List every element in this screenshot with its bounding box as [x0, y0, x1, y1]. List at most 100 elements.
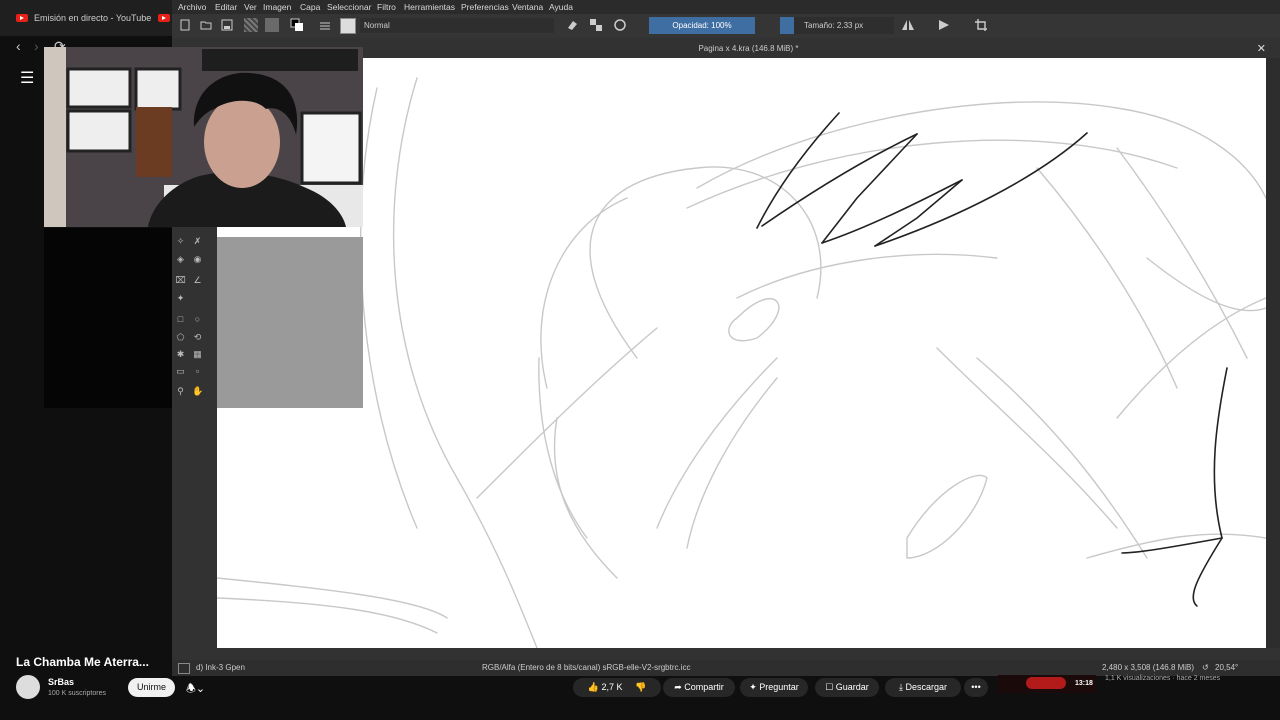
webcam-overlay [44, 47, 363, 227]
ask-button[interactable]: ✦ Preguntar [740, 678, 808, 697]
color-swap-icon[interactable] [290, 18, 304, 32]
youtube-logo-icon [158, 14, 170, 22]
sketch-drawing [217, 77, 1266, 648]
assistant-tool-icon[interactable]: ⌧ [175, 275, 186, 286]
multibrush-tool-icon[interactable]: ✧ [175, 236, 186, 247]
thumbs-up-icon[interactable]: 👍 [588, 682, 599, 692]
like-dislike-button[interactable]: 👍 2,7 K 👎 [573, 678, 661, 697]
back-arrow-icon[interactable]: ‹ [16, 38, 21, 54]
measure-tool-icon[interactable]: ∠ [192, 275, 203, 286]
related-video-duration: 13:18 [1075, 680, 1093, 687]
magnetic-select-icon[interactable]: ▫ [192, 366, 203, 377]
zoom-tool-icon[interactable]: ⚲ [175, 386, 186, 397]
download-icon: ⤓ [898, 682, 903, 692]
status-rotation[interactable]: 20,54° [1215, 663, 1238, 672]
mirror-horizontal-icon[interactable] [901, 18, 915, 32]
drawing-canvas[interactable] [217, 58, 1266, 648]
flow-indicator[interactable] [780, 17, 794, 34]
youtube-logo-icon [16, 14, 28, 22]
menu-seleccionar[interactable]: Seleccionar [327, 2, 371, 12]
gradient-swatch-icon[interactable] [244, 18, 258, 32]
share-button[interactable]: ➦ Compartir [663, 678, 735, 697]
krita-statusbar: d) Ink-3 Gpen RGB/Alfa (Entero de 8 bits… [172, 660, 1280, 676]
pattern-swatch-icon[interactable] [265, 18, 279, 32]
more-actions-button[interactable]: ••• [964, 678, 988, 697]
docker-panel [217, 237, 363, 408]
save-icon[interactable] [220, 18, 234, 32]
reload-preset-icon[interactable] [613, 18, 627, 32]
menu-archivo[interactable]: Archivo [178, 2, 206, 12]
color-picker-icon[interactable]: ◉ [192, 254, 203, 265]
download-button[interactable]: ⤓ Descargar [885, 678, 961, 697]
blend-mode-select[interactable]: Normal [360, 18, 554, 33]
share-icon: ➦ [674, 682, 682, 692]
krita-toolbar: Normal Opacidad: 100% Tamaño: 2.33 px [172, 14, 1280, 38]
lasso-select-icon[interactable]: ⟲ [192, 332, 203, 343]
document-title: Pagina x 4.kra (146.8 MiB) * [698, 44, 799, 53]
share-label: Compartir [684, 682, 724, 692]
magic-wand-icon[interactable]: ✱ [175, 349, 186, 360]
rect-select-icon[interactable]: □ [175, 314, 186, 325]
menu-imagen[interactable]: Imagen [263, 2, 291, 12]
subscriber-count: 100 K suscriptores [48, 690, 106, 697]
ask-label: Preguntar [759, 682, 799, 692]
sparkle-icon: ✦ [749, 682, 757, 692]
bookmark-icon: ☐ [825, 682, 834, 692]
canvas-vertical-scrollbar[interactable] [1266, 58, 1280, 648]
status-rotation-icon[interactable]: ↺ [1202, 663, 1209, 672]
transform-tool-icon[interactable]: ✗ [192, 236, 203, 247]
bezier-select-icon[interactable]: ▭ [175, 366, 186, 377]
close-document-icon[interactable]: ✕ [1257, 42, 1266, 55]
related-video-views: 1,1 K visualizaciones · hace 2 meses [1105, 675, 1221, 682]
pin-tool-icon[interactable]: ✦ [175, 293, 186, 304]
brush-settings-icon[interactable] [318, 18, 332, 32]
krita-toolbox: ✧ ✗ ◈ ◉ ⌧ ∠ ✦ □ ○ ⬠ ⟲ ✱ ▦ ▭ ▫ ⚲ ✋ [172, 228, 217, 648]
video-title: La Chamba Me Aterra... [16, 655, 149, 669]
channel-avatar[interactable] [16, 675, 40, 699]
menu-preferencias[interactable]: Preferencias [461, 2, 509, 12]
channel-name[interactable]: SrBas [48, 677, 74, 687]
open-folder-icon[interactable] [199, 18, 213, 32]
like-count: 2,7 K [601, 682, 623, 692]
opacity-slider[interactable]: Opacidad: 100% [649, 17, 755, 34]
menu-editar[interactable]: Editar [215, 2, 237, 12]
document-tab-bar: Pagina x 4.kra (146.8 MiB) * ✕ [217, 40, 1280, 58]
menu-ver[interactable]: Ver [244, 2, 257, 12]
status-color-profile: RGB/Alfa (Entero de 8 bits/canal) sRGB-e… [482, 663, 691, 672]
brush-preset-icon[interactable] [340, 18, 356, 34]
join-button[interactable]: Unirme [128, 678, 175, 697]
menu-ayuda[interactable]: Ayuda [549, 2, 573, 12]
browser-tab[interactable]: Emisión en directo - YouTube [16, 8, 151, 28]
save-button[interactable]: ☐ Guardar [815, 678, 879, 697]
menu-capa[interactable]: Capa [300, 2, 320, 12]
status-image-size: 2,480 x 3,508 (146.8 MiB) [1102, 663, 1195, 672]
mirror-vertical-icon[interactable] [937, 18, 951, 32]
brush-size-slider[interactable]: Tamaño: 2.33 px [794, 17, 894, 34]
related-video-art [1026, 677, 1066, 689]
browser-tab-bar: Emisión en directo - YouTube [0, 0, 172, 36]
save-label: Guardar [835, 682, 869, 692]
browser-tab-2[interactable] [158, 8, 170, 28]
webcam-image [44, 47, 363, 227]
status-brush-name: d) Ink-3 Gpen [196, 663, 245, 672]
thumbs-down-icon[interactable]: 👎 [635, 682, 646, 692]
fill-tool-icon[interactable]: ◈ [175, 254, 186, 265]
polygon-select-icon[interactable]: ⬠ [175, 332, 186, 343]
pan-tool-icon[interactable]: ✋ [192, 386, 203, 397]
menu-hamburger-icon[interactable]: ☰ [20, 68, 34, 88]
brush-preset-thumb-icon [178, 663, 190, 674]
menu-herramientas[interactable]: Herramientas [404, 2, 455, 12]
eraser-icon[interactable] [565, 18, 579, 32]
forward-arrow-icon[interactable]: › [34, 38, 39, 54]
browser-tab-title: Emisión en directo - YouTube [34, 13, 152, 23]
video-dark-area [44, 228, 172, 408]
menu-ventana[interactable]: Ventana [512, 2, 543, 12]
wrap-around-icon[interactable] [974, 18, 988, 32]
similar-select-icon[interactable]: ▦ [192, 349, 203, 360]
new-document-icon[interactable] [178, 18, 192, 32]
notification-bell-icon[interactable]: 🕭⌄ [186, 680, 205, 699]
preserve-alpha-icon[interactable] [589, 18, 603, 32]
menu-filtro[interactable]: Filtro [377, 2, 396, 12]
download-label: Descargar [905, 682, 947, 692]
ellipse-select-icon[interactable]: ○ [192, 314, 203, 325]
